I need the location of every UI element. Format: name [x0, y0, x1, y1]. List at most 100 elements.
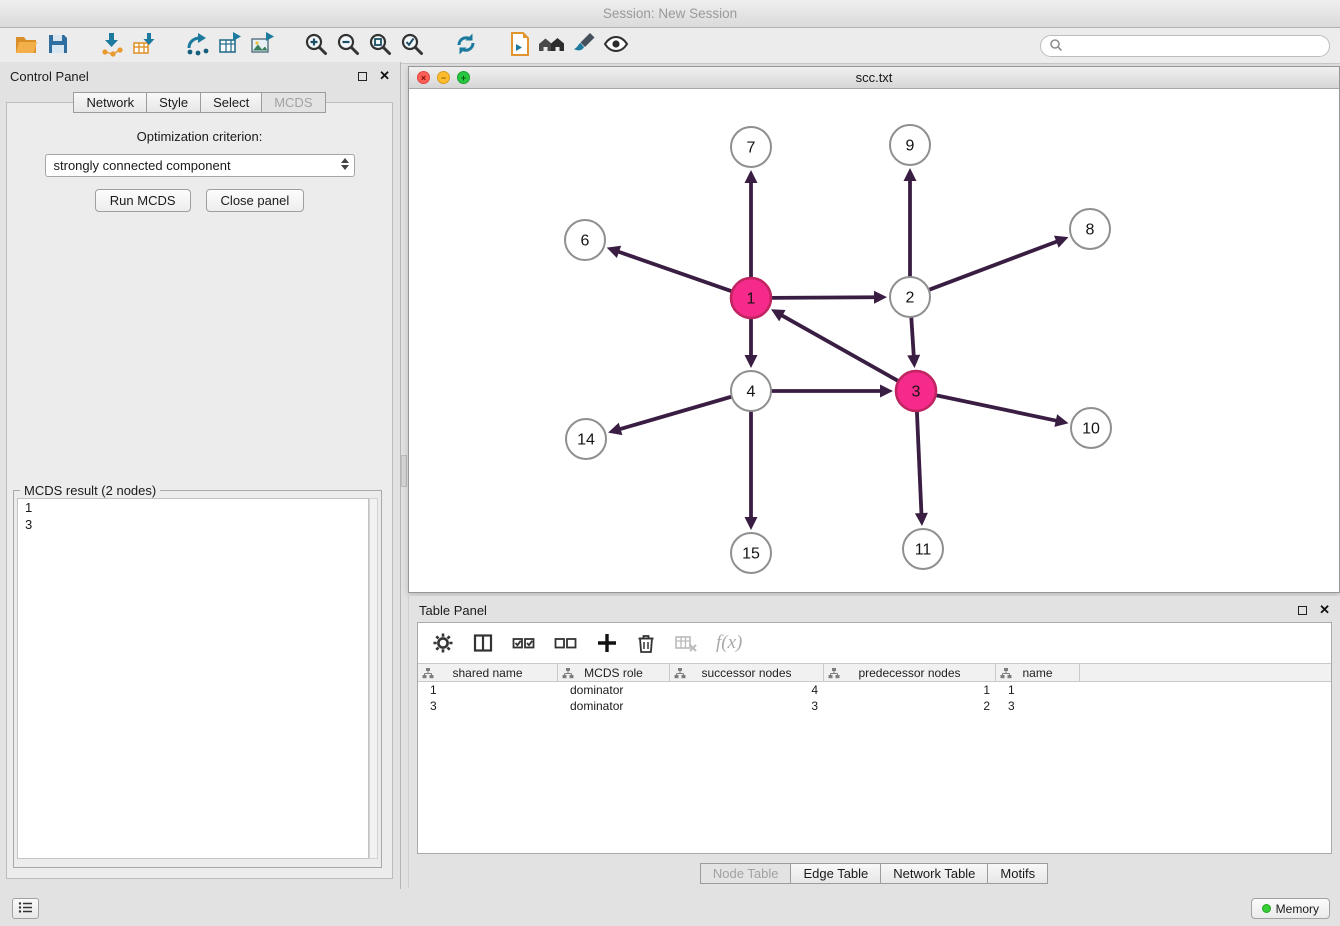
graph-edge-3-1[interactable]	[782, 316, 897, 381]
network-canvas[interactable]: 7 9 6 8 1 2 4 3 14 10 15 11	[409, 89, 1339, 592]
zoom-in-icon	[303, 31, 329, 60]
graph-node-3[interactable]: 3	[896, 371, 936, 411]
table-header-row: shared nameMCDS rolesuccessor nodesprede…	[418, 663, 1331, 682]
float-panel-icon[interactable]	[358, 72, 367, 81]
save-session-button[interactable]	[42, 31, 74, 61]
zoom-out-button[interactable]	[332, 31, 364, 61]
graph-node-1[interactable]: 1	[731, 278, 771, 318]
network-graph[interactable]: 7 9 6 8 1 2 4 3 14 10 15 11	[409, 89, 1339, 592]
open-folder-button[interactable]	[10, 31, 42, 61]
apply-layout-button[interactable]	[450, 31, 482, 61]
table-cell[interactable]: dominator	[558, 682, 670, 698]
graph-edge-3-10[interactable]	[937, 395, 1056, 420]
function-builder-icon[interactable]: f(x)	[716, 632, 742, 654]
edge-arrowhead	[904, 168, 917, 181]
float-table-panel-icon[interactable]	[1298, 606, 1307, 615]
graph-node-6[interactable]: 6	[565, 220, 605, 260]
add-column-icon[interactable]	[596, 632, 618, 654]
select-all-icon[interactable]	[512, 632, 536, 654]
table-cell[interactable]: dominator	[558, 698, 670, 714]
column-header-mcds-role[interactable]: MCDS role	[558, 664, 670, 681]
tab-node-table[interactable]: Node Table	[700, 863, 792, 884]
export-document-button[interactable]	[504, 31, 536, 61]
edge-arrowhead	[608, 423, 622, 435]
panel-splitter[interactable]	[401, 455, 407, 487]
export-image-button[interactable]	[246, 31, 278, 61]
graph-node-15[interactable]: 15	[731, 533, 771, 573]
tab-edge-table[interactable]: Edge Table	[790, 863, 881, 884]
memory-button[interactable]: Memory	[1251, 898, 1330, 919]
delete-table-icon[interactable]	[674, 632, 698, 654]
export-network-button[interactable]	[182, 31, 214, 61]
edge-arrowhead	[745, 355, 758, 368]
export-table-icon	[217, 31, 243, 60]
run-mcds-button[interactable]: Run MCDS	[95, 189, 191, 212]
close-panel-button[interactable]: Close panel	[206, 189, 305, 212]
column-header-successor-nodes[interactable]: successor nodes	[670, 664, 824, 681]
minimize-window-button[interactable]: −	[437, 71, 450, 84]
graph-node-8[interactable]: 8	[1070, 209, 1110, 249]
zoom-in-button[interactable]	[300, 31, 332, 61]
criterion-select[interactable]: strongly connected component	[45, 154, 355, 177]
table-row[interactable]: 1dominator411	[418, 682, 1331, 698]
mcds-result-list[interactable]: 13	[17, 498, 369, 859]
table-cell[interactable]: 1	[418, 682, 558, 698]
table-cell[interactable]: 3	[670, 698, 824, 714]
column-header-predecessor-nodes[interactable]: predecessor nodes	[824, 664, 996, 681]
graph-edge-3-11[interactable]	[917, 412, 921, 513]
graph-node-4[interactable]: 4	[731, 371, 771, 411]
graph-node-14[interactable]: 14	[566, 419, 606, 459]
graph-edge-2-8[interactable]	[930, 242, 1057, 290]
tab-network-table[interactable]: Network Table	[880, 863, 988, 884]
column-header-name[interactable]: name	[996, 664, 1080, 681]
table-cell[interactable]: 1	[824, 682, 996, 698]
svg-text:6: 6	[581, 233, 590, 250]
zoom-fit-button[interactable]	[364, 31, 396, 61]
apply-style-button[interactable]	[568, 31, 600, 61]
graph-edge-1-6[interactable]	[619, 252, 731, 291]
graph-node-11[interactable]: 11	[903, 529, 943, 569]
graph-node-2[interactable]: 2	[890, 277, 930, 317]
graph-node-7[interactable]: 7	[731, 127, 771, 167]
home-button[interactable]	[536, 31, 568, 61]
network-window: × − + scc.txt 7968124314101511	[408, 66, 1340, 593]
tab-network[interactable]: Network	[73, 92, 147, 113]
column-header-shared-name[interactable]: shared name	[418, 664, 558, 681]
show-hide-button[interactable]	[600, 31, 632, 61]
tab-select[interactable]: Select	[200, 92, 262, 113]
delete-icon[interactable]	[636, 632, 656, 654]
table-cell[interactable]: 3	[418, 698, 558, 714]
table-cell[interactable]: 4	[670, 682, 824, 698]
graph-edge-2-3[interactable]	[911, 318, 913, 355]
table-row[interactable]: 3dominator323	[418, 698, 1331, 714]
graph-node-10[interactable]: 10	[1071, 408, 1111, 448]
tab-motifs[interactable]: Motifs	[987, 863, 1048, 884]
table-cell[interactable]: 1	[996, 682, 1080, 698]
deselect-all-icon[interactable]	[554, 632, 578, 654]
scrollbar[interactable]	[369, 498, 378, 859]
edge-arrowhead	[874, 291, 887, 304]
close-panel-icon[interactable]: ✕	[379, 68, 390, 84]
maximize-window-button[interactable]: +	[457, 71, 470, 84]
mcds-tab-content: Optimization criterion: strongly connect…	[6, 102, 393, 879]
close-table-panel-icon[interactable]: ✕	[1319, 602, 1330, 618]
graph-node-9[interactable]: 9	[890, 125, 930, 165]
import-table-button[interactable]	[128, 31, 160, 61]
gear-icon[interactable]	[432, 632, 454, 654]
export-table-button[interactable]	[214, 31, 246, 61]
mcds-result-item[interactable]: 3	[18, 516, 368, 533]
tab-mcds[interactable]: MCDS	[261, 92, 325, 113]
import-network-button[interactable]	[96, 31, 128, 61]
zoom-selected-button[interactable]	[396, 31, 428, 61]
table-cell[interactable]: 2	[824, 698, 996, 714]
graph-edge-4-14[interactable]	[621, 397, 731, 429]
search-input[interactable]	[1063, 37, 1329, 55]
refresh-layout-icon	[453, 31, 479, 60]
graph-edge-1-2[interactable]	[772, 297, 874, 298]
tab-style[interactable]: Style	[146, 92, 201, 113]
table-cell[interactable]: 3	[996, 698, 1080, 714]
close-window-button[interactable]: ×	[417, 71, 430, 84]
mcds-result-item[interactable]: 1	[18, 499, 368, 516]
columns-icon[interactable]	[472, 632, 494, 654]
task-history-button[interactable]	[12, 898, 39, 919]
